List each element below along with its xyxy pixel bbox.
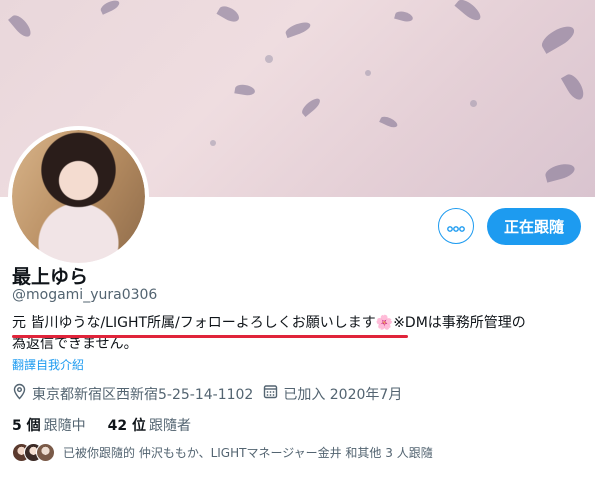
joined-item: 已加入 2020年7月 (263, 384, 402, 404)
location-pin-icon (12, 383, 32, 404)
follow-stats: 5 個跟隨中 42 位跟隨者 (12, 415, 213, 435)
bio-text-part1: 元 皆川ゆうな/LIGHT所属/フォローよろしくお願いします (12, 315, 376, 331)
followers-count-link[interactable]: 42 位跟隨者 (108, 415, 191, 435)
highlight-underline (12, 335, 408, 338)
profile-avatar[interactable] (8, 126, 149, 267)
following-count: 5 個 (12, 418, 41, 434)
joined-date-text: 已加入 2020年7月 (283, 386, 403, 403)
following-label: 跟隨中 (43, 418, 86, 434)
display-name: 最上ゆら (12, 266, 89, 288)
profile-bio: 元 皆川ゆうな/LIGHT所属/フォローよろしくお願いします🌸※DMは事務所管理… (12, 313, 587, 355)
more-horizontal-icon (447, 217, 465, 236)
more-options-button[interactable] (438, 208, 474, 244)
calendar-icon (263, 384, 283, 403)
avatar-photo (12, 130, 145, 263)
location-text: 東京都新宿区西新宿5-25-14-1102 (32, 386, 254, 403)
bio-text-line2: 為返信できません。 (12, 336, 138, 352)
bio-text-part2: ※DMは事務所管理の (393, 315, 526, 331)
follower-avatar (36, 443, 55, 462)
profile-meta: 東京都新宿区西新宿5-25-14-1102 已加入 2020年7月 (12, 383, 412, 404)
following-button[interactable]: 正在跟隨 (487, 208, 581, 245)
followed-by-text: 已被你跟隨的 仲沢ももか、LIGHTマネージャー金井 和其他 3 人跟隨 (63, 446, 433, 460)
user-handle: @mogami_yura0306 (12, 287, 158, 303)
following-count-link[interactable]: 5 個跟隨中 (12, 415, 86, 435)
location-item: 東京都新宿区西新宿5-25-14-1102 (12, 383, 253, 404)
cherry-blossom-emoji: 🌸 (375, 315, 394, 331)
followed-by-row[interactable]: 已被你跟隨的 仲沢ももか、LIGHTマネージャー金井 和其他 3 人跟隨 (12, 443, 433, 462)
follower-avatars (12, 443, 55, 462)
followers-count: 42 位 (107, 418, 146, 434)
translate-bio-link[interactable]: 翻譯自我介紹 (12, 356, 84, 373)
followers-label: 跟隨者 (148, 418, 191, 434)
